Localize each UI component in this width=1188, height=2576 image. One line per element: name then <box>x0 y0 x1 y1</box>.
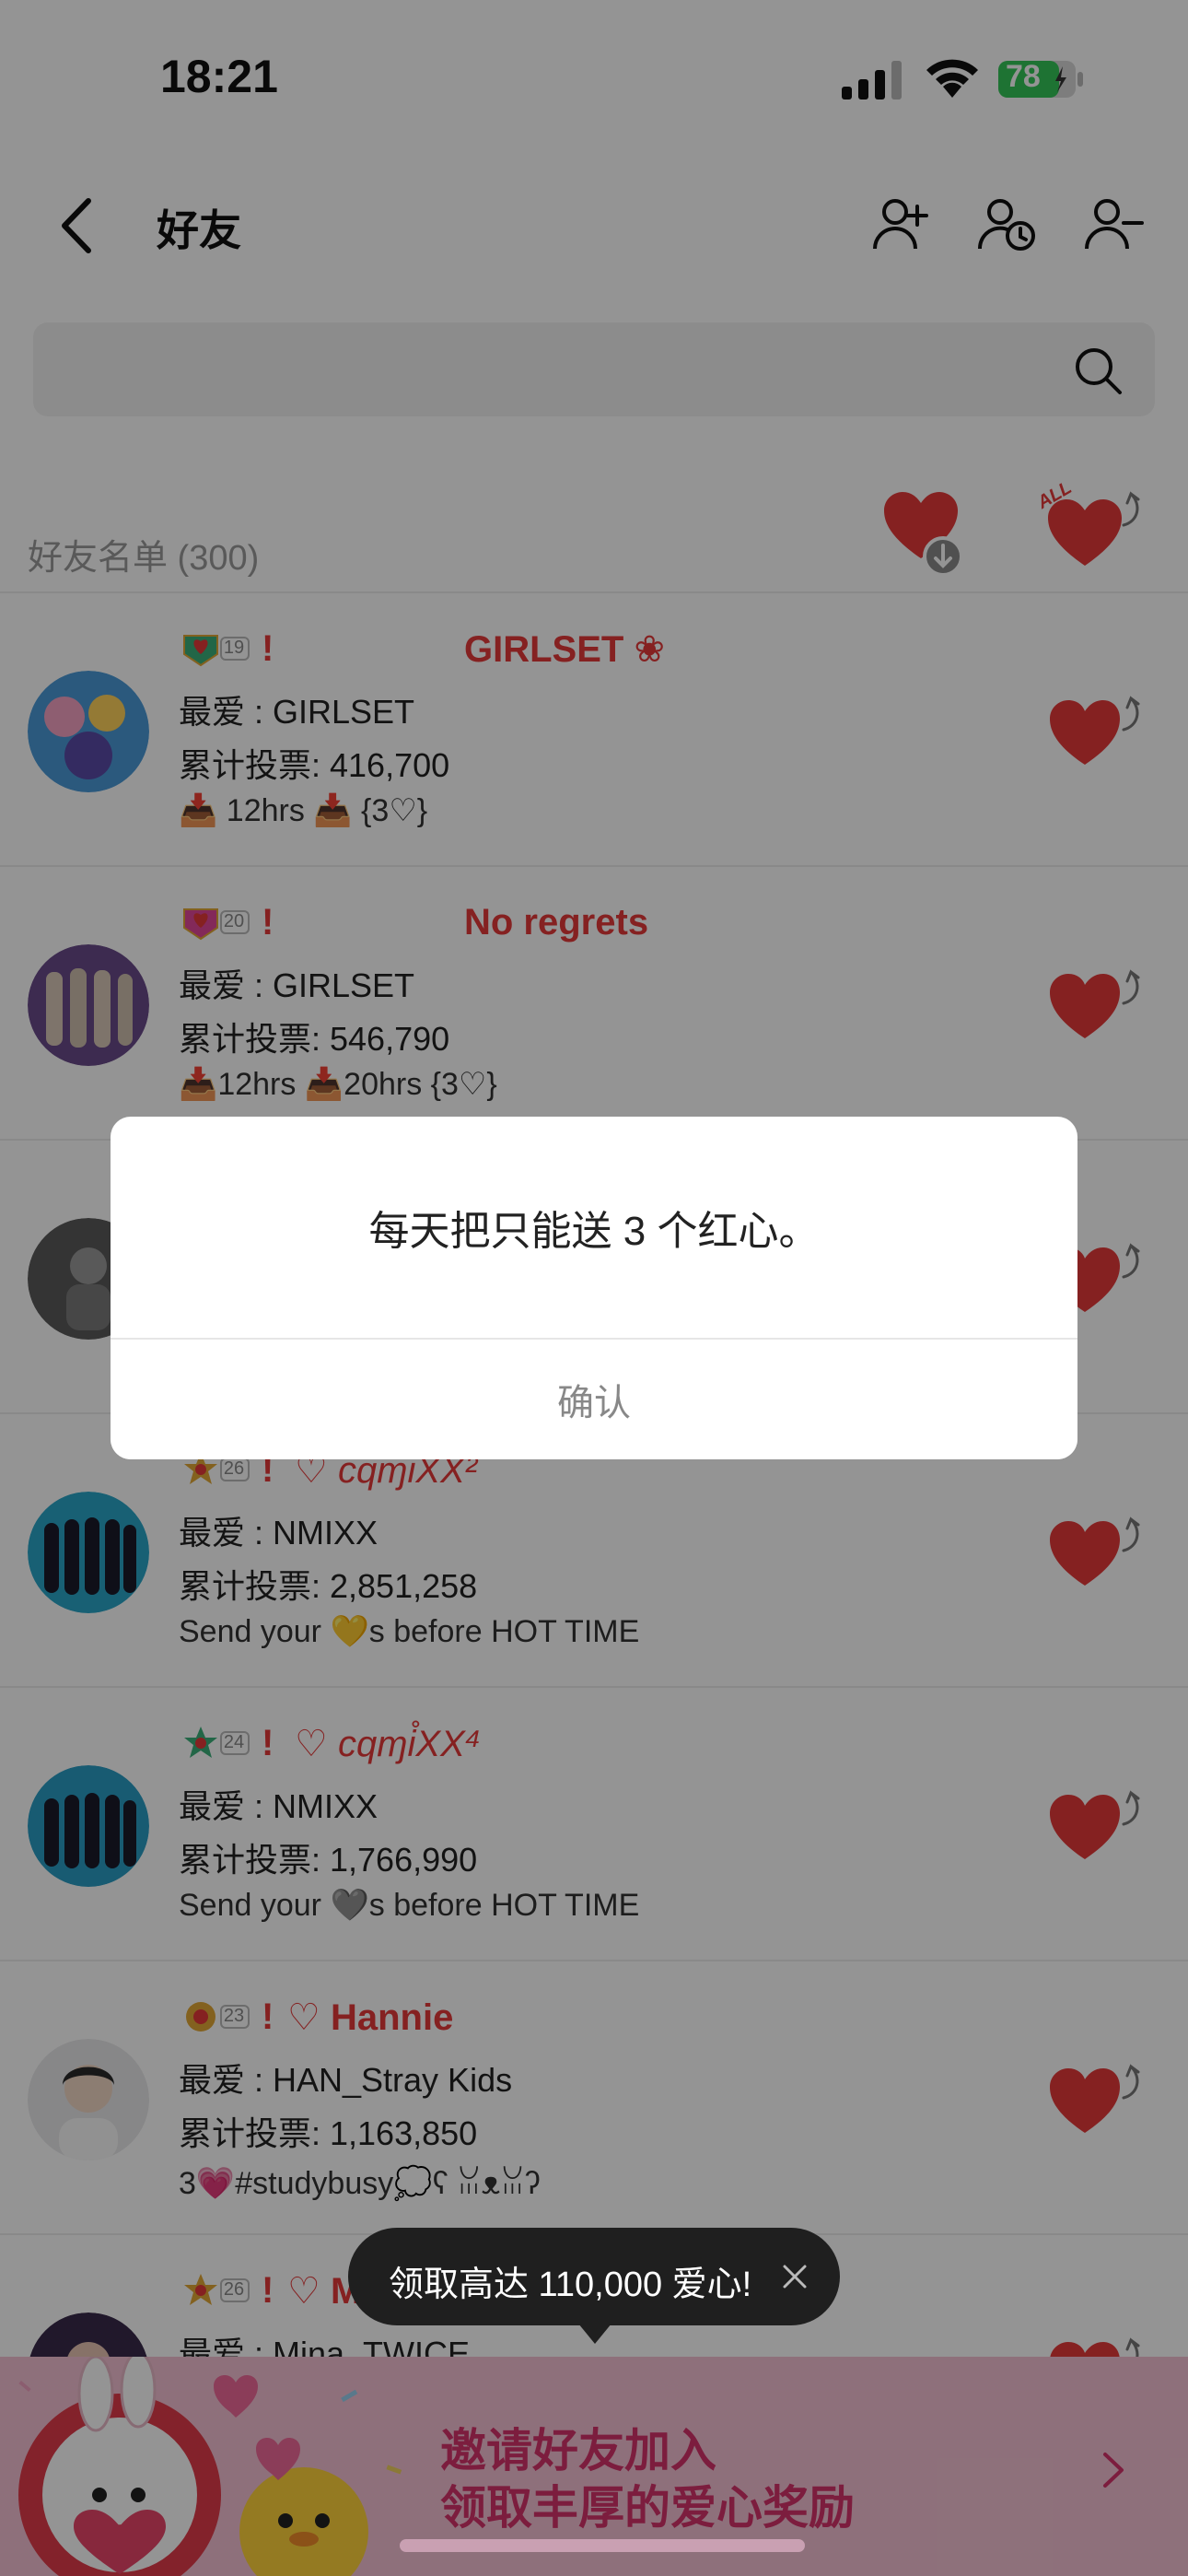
alert-dialog: 每天把只能送 3 个红心。 确认 <box>111 1117 1077 1459</box>
close-icon[interactable] <box>777 2259 812 2294</box>
confirm-button[interactable]: 确认 <box>111 1340 1077 1459</box>
tooltip-arrow <box>578 2324 611 2344</box>
home-indicator <box>400 2539 805 2552</box>
dialog-message: 每天把只能送 3 个红心。 <box>368 1209 820 1254</box>
tooltip-text: 领取高达 110,000 爱心! <box>389 2266 752 2304</box>
reward-tooltip: 领取高达 110,000 爱心! <box>348 2228 840 2344</box>
